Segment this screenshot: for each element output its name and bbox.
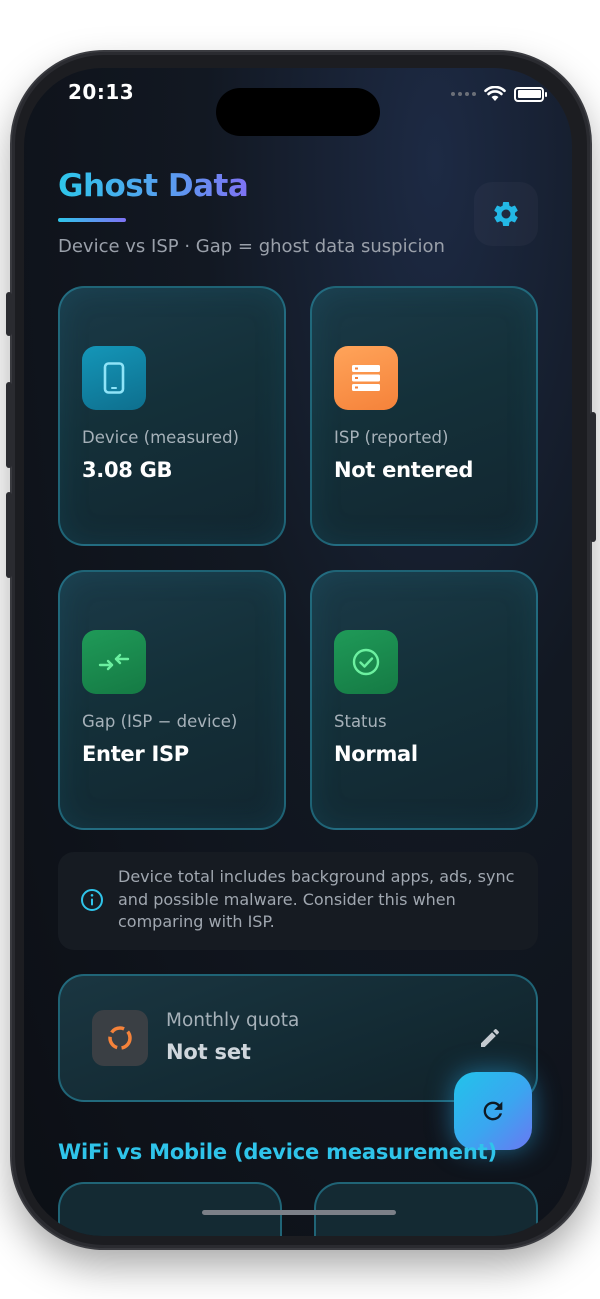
refresh-fab-button[interactable] [454,1072,532,1150]
card-label: ISP (reported) [334,428,449,447]
section-title: WiFi vs Mobile (device measurement) [58,1140,497,1164]
signal-dots-icon [451,92,476,96]
status-icons [451,86,547,102]
card-value: Normal [334,742,418,766]
phone-icon [103,362,125,394]
wifi-icon [484,86,506,101]
check-icon-box [334,630,398,694]
donut-icon [108,1026,132,1050]
status-card[interactable]: Status Normal [310,570,538,830]
gap-card[interactable]: Gap (ISP − device) Enter ISP [58,570,286,830]
card-label: Device (measured) [82,428,239,447]
compare-icon-box [82,630,146,694]
settings-button[interactable] [474,182,538,246]
compare-arrows-icon [98,653,130,671]
quota-label: Monthly quota [166,1010,300,1031]
status-time: 20:13 [68,80,135,104]
refresh-icon [483,1101,503,1121]
screen: 20:13 Ghost Data Device vs ISP · Gap = g… [24,68,572,1236]
home-indicator [202,1210,396,1215]
info-text: Device total includes background apps, a… [118,867,515,931]
mobile-card[interactable] [314,1182,538,1236]
card-value: Enter ISP [82,742,189,766]
volume-down-button [6,492,12,578]
card-label: Gap (ISP − device) [82,712,238,731]
gear-icon [494,201,518,226]
card-value: Not entered [334,458,474,482]
dynamic-island [216,88,380,136]
phone-icon-box [82,346,146,410]
isp-reported-card[interactable]: ISP (reported) Not entered [310,286,538,546]
wifi-card[interactable] [58,1182,282,1236]
page-subtitle: Device vs ISP · Gap = ghost data suspici… [58,236,445,257]
card-value: 3.08 GB [82,458,173,482]
action-button [6,292,12,336]
quota-value: Not set [166,1040,251,1064]
title-underline [58,218,126,222]
battery-icon [514,86,547,102]
check-circle-icon [352,648,380,676]
power-button [590,412,596,542]
info-icon [81,889,103,911]
server-icon [352,365,380,391]
server-icon-box [334,346,398,410]
volume-up-button [6,382,12,468]
device-measured-card[interactable]: Device (measured) 3.08 GB [58,286,286,546]
edit-pencil-icon[interactable] [478,1026,502,1050]
info-box: Device total includes background apps, a… [58,852,538,950]
card-label: Status [334,712,387,731]
page-title: Ghost Data [58,168,249,204]
donut-icon-box [92,1010,148,1066]
